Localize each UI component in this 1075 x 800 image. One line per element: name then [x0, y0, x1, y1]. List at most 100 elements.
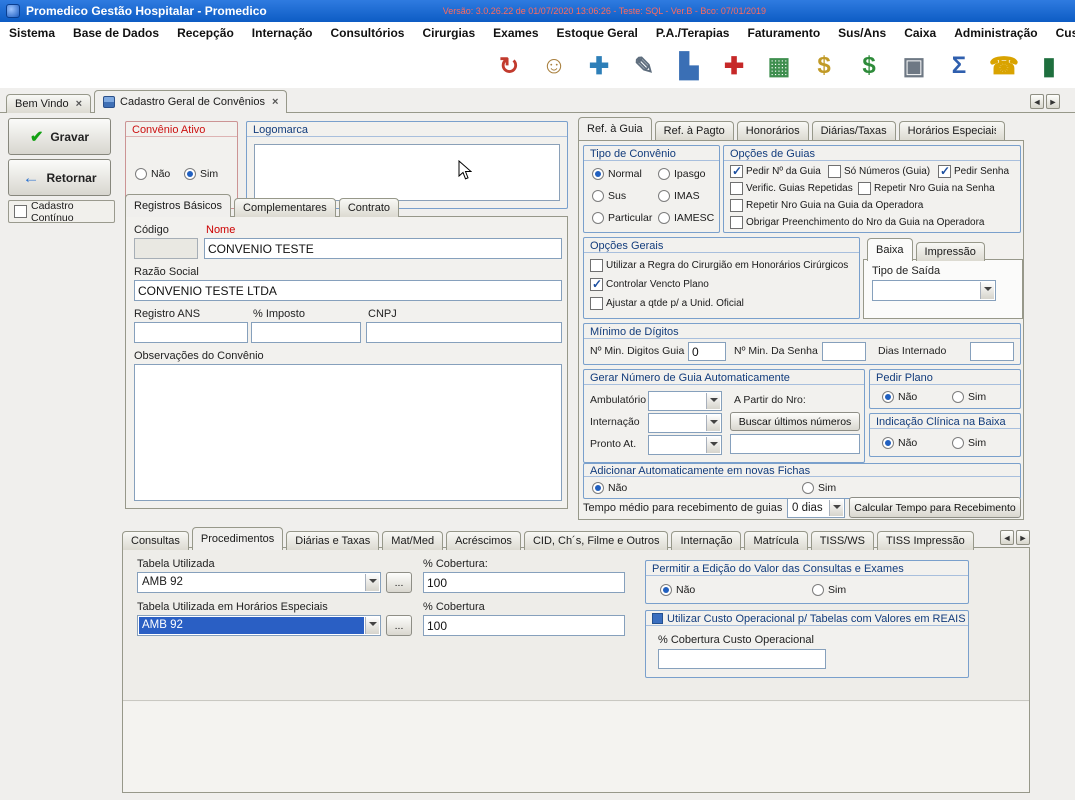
radio-sus[interactable]: Sus: [592, 190, 626, 202]
a-partir-do-nro-input[interactable]: [730, 434, 860, 454]
dropdown-arrow-icon[interactable]: [365, 574, 379, 591]
menu-item-faturamento[interactable]: Faturamento: [738, 22, 829, 44]
radio-ipasgo[interactable]: Ipasgo: [658, 168, 706, 180]
tab-impressao[interactable]: Impressão: [916, 242, 985, 261]
menu-item-cirurgias[interactable]: Cirurgias: [413, 22, 484, 44]
dropdown-arrow-icon[interactable]: [706, 415, 720, 431]
cnpj-input[interactable]: [366, 322, 562, 343]
billing-icon[interactable]: $: [806, 48, 842, 84]
registro-ans-input[interactable]: [134, 322, 248, 343]
reports-map-icon[interactable]: ▦: [761, 48, 797, 84]
menu-item-consultorios[interactable]: Consultórios: [321, 22, 413, 44]
custo-operacional-checkbox[interactable]: [652, 613, 663, 624]
menu-item-pa-terapias[interactable]: P.A./Terapias: [647, 22, 739, 44]
patients-icon[interactable]: ☺: [536, 48, 572, 84]
pronto-at-combobox[interactable]: [648, 435, 722, 455]
tabela-browse-button[interactable]: ...: [386, 572, 412, 593]
tab-honorarios[interactable]: Honorários: [737, 121, 809, 140]
radio-indicacao-sim[interactable]: Sim: [952, 437, 986, 449]
min-senha-input[interactable]: [822, 342, 866, 361]
check-regra-cirurgiao[interactable]: Utilizar a Regra do Cirurgião em Honorár…: [590, 259, 848, 272]
menu-item-sus-ans[interactable]: Sus/Ans: [829, 22, 895, 44]
tab-scroll-right-icon[interactable]: ►: [1046, 94, 1060, 109]
tabela-especiais-browse-button[interactable]: ...: [386, 615, 412, 636]
tab-baixa[interactable]: Baixa: [867, 238, 913, 261]
detalhe-scroll-right-icon[interactable]: ►: [1016, 530, 1030, 545]
radio-permitir-nao[interactable]: Não: [660, 584, 695, 596]
tab-mat-med[interactable]: Mat/Med: [382, 531, 443, 550]
observacoes-textarea[interactable]: [134, 364, 562, 501]
tab-internacao-detalhe[interactable]: Internação: [671, 531, 741, 550]
check-repetir-nro-guia-operadora[interactable]: Repetir Nro Guia na Guia da Operadora: [730, 199, 923, 212]
tab-diarias-e-taxas[interactable]: Diárias e Taxas: [286, 531, 379, 550]
radio-indicacao-nao[interactable]: Não: [882, 437, 917, 449]
cobertura1-input[interactable]: [423, 572, 625, 593]
manual-icon[interactable]: ▮: [1031, 48, 1067, 84]
hospital-bed-icon[interactable]: ▙: [671, 48, 707, 84]
doctor-icon[interactable]: ✚: [581, 48, 617, 84]
tabela-especiais-combobox[interactable]: AMB 92: [137, 615, 381, 636]
radio-adicionar-nao[interactable]: Não: [592, 482, 627, 494]
tab-consultas[interactable]: Consultas: [122, 531, 189, 550]
tab-tiss-ws[interactable]: TISS/WS: [811, 531, 874, 550]
sync-icon[interactable]: ↻: [491, 48, 527, 84]
check-obrigar-preenchimento[interactable]: Obrigar Preenchimento do Nro da Guia na …: [730, 216, 984, 229]
check-ajustar-qtde[interactable]: Ajustar a qtde p/ a Unid. Oficial: [590, 297, 744, 310]
custo-cobertura-input[interactable]: [658, 649, 826, 669]
close-icon[interactable]: ×: [76, 98, 82, 110]
calcular-tempo-button[interactable]: Calcular Tempo para Recebimento: [849, 497, 1021, 518]
finance-icon[interactable]: $: [851, 48, 887, 84]
dropdown-arrow-icon[interactable]: [980, 282, 994, 299]
tab-registros-basicos[interactable]: Registros Básicos: [125, 194, 231, 217]
tab-ref-a-pagto[interactable]: Ref. à Pagto: [655, 121, 734, 140]
tab-cadastro-geral-convenios[interactable]: Cadastro Geral de Convênios ×: [94, 90, 287, 113]
razao-social-input[interactable]: [134, 280, 562, 301]
check-pedir-senha[interactable]: Pedir Senha: [938, 165, 1009, 178]
radio-iamesc[interactable]: IAMESC: [658, 212, 714, 224]
retornar-button[interactable]: ← Retornar: [8, 159, 111, 196]
check-so-numeros[interactable]: Só Números (Guia): [828, 165, 930, 178]
tab-bem-vindo[interactable]: Bem Vindo ×: [6, 94, 91, 113]
radio-particular[interactable]: Particular: [592, 212, 652, 224]
check-controlar-vencto[interactable]: Controlar Vencto Plano: [590, 278, 709, 291]
tab-procedimentos[interactable]: Procedimentos: [192, 527, 283, 550]
dias-internado-input[interactable]: [970, 342, 1014, 361]
menu-item-sistema[interactable]: Sistema: [0, 22, 64, 44]
radio-permitir-sim[interactable]: Sim: [812, 584, 846, 596]
ambulatorio-combobox[interactable]: [648, 391, 722, 411]
radio-adicionar-sim[interactable]: Sim: [802, 482, 836, 494]
cadastro-continuo-toggle[interactable]: Cadastro Contínuo: [8, 200, 115, 223]
tab-horarios-especiais[interactable]: Horários Especiais: [899, 121, 1005, 140]
radio-convenio-sim[interactable]: Sim: [184, 168, 218, 180]
safe-icon[interactable]: ▣: [896, 48, 932, 84]
cadastro-continuo-checkbox[interactable]: [14, 205, 27, 218]
check-repetir-nro-senha[interactable]: Repetir Nro Guia na Senha: [858, 182, 995, 195]
detalhe-scroll-left-icon[interactable]: ◄: [1000, 530, 1014, 545]
gravar-button[interactable]: ✔ Gravar: [8, 118, 111, 155]
menu-item-caixa[interactable]: Caixa: [895, 22, 945, 44]
menu-item-base-de-dados[interactable]: Base de Dados: [64, 22, 168, 44]
menu-item-exames[interactable]: Exames: [484, 22, 547, 44]
radio-imas[interactable]: IMAS: [658, 190, 700, 202]
tab-acrescimos[interactable]: Acréscimos: [446, 531, 521, 550]
close-icon[interactable]: ×: [272, 96, 278, 108]
menu-item-recepcao[interactable]: Recepção: [168, 22, 243, 44]
menu-item-custo[interactable]: Custo: [1047, 22, 1075, 44]
internacao-combobox[interactable]: [648, 413, 722, 433]
dropdown-arrow-icon[interactable]: [706, 393, 720, 409]
tab-complementares[interactable]: Complementares: [234, 198, 336, 217]
buscar-ultimos-numeros-button[interactable]: Buscar últimos números: [730, 412, 860, 431]
tipo-saida-combobox[interactable]: [872, 280, 996, 301]
medical-record-icon[interactable]: ✎: [626, 48, 662, 84]
tab-ref-a-guia[interactable]: Ref. à Guia: [578, 117, 652, 140]
tab-tiss-impressao[interactable]: TISS Impressão: [877, 531, 974, 550]
accounting-icon[interactable]: Σ: [941, 48, 977, 84]
tempo-medio-combobox[interactable]: 0 dias: [787, 498, 845, 518]
radio-pedir-plano-nao[interactable]: Não: [882, 391, 917, 403]
tab-scroll-left-icon[interactable]: ◄: [1030, 94, 1044, 109]
menu-item-administracao[interactable]: Administração: [945, 22, 1046, 44]
dropdown-arrow-icon[interactable]: [365, 617, 379, 634]
codigo-input[interactable]: [134, 238, 198, 259]
nome-input[interactable]: [204, 238, 562, 259]
dropdown-arrow-icon[interactable]: [706, 437, 720, 453]
